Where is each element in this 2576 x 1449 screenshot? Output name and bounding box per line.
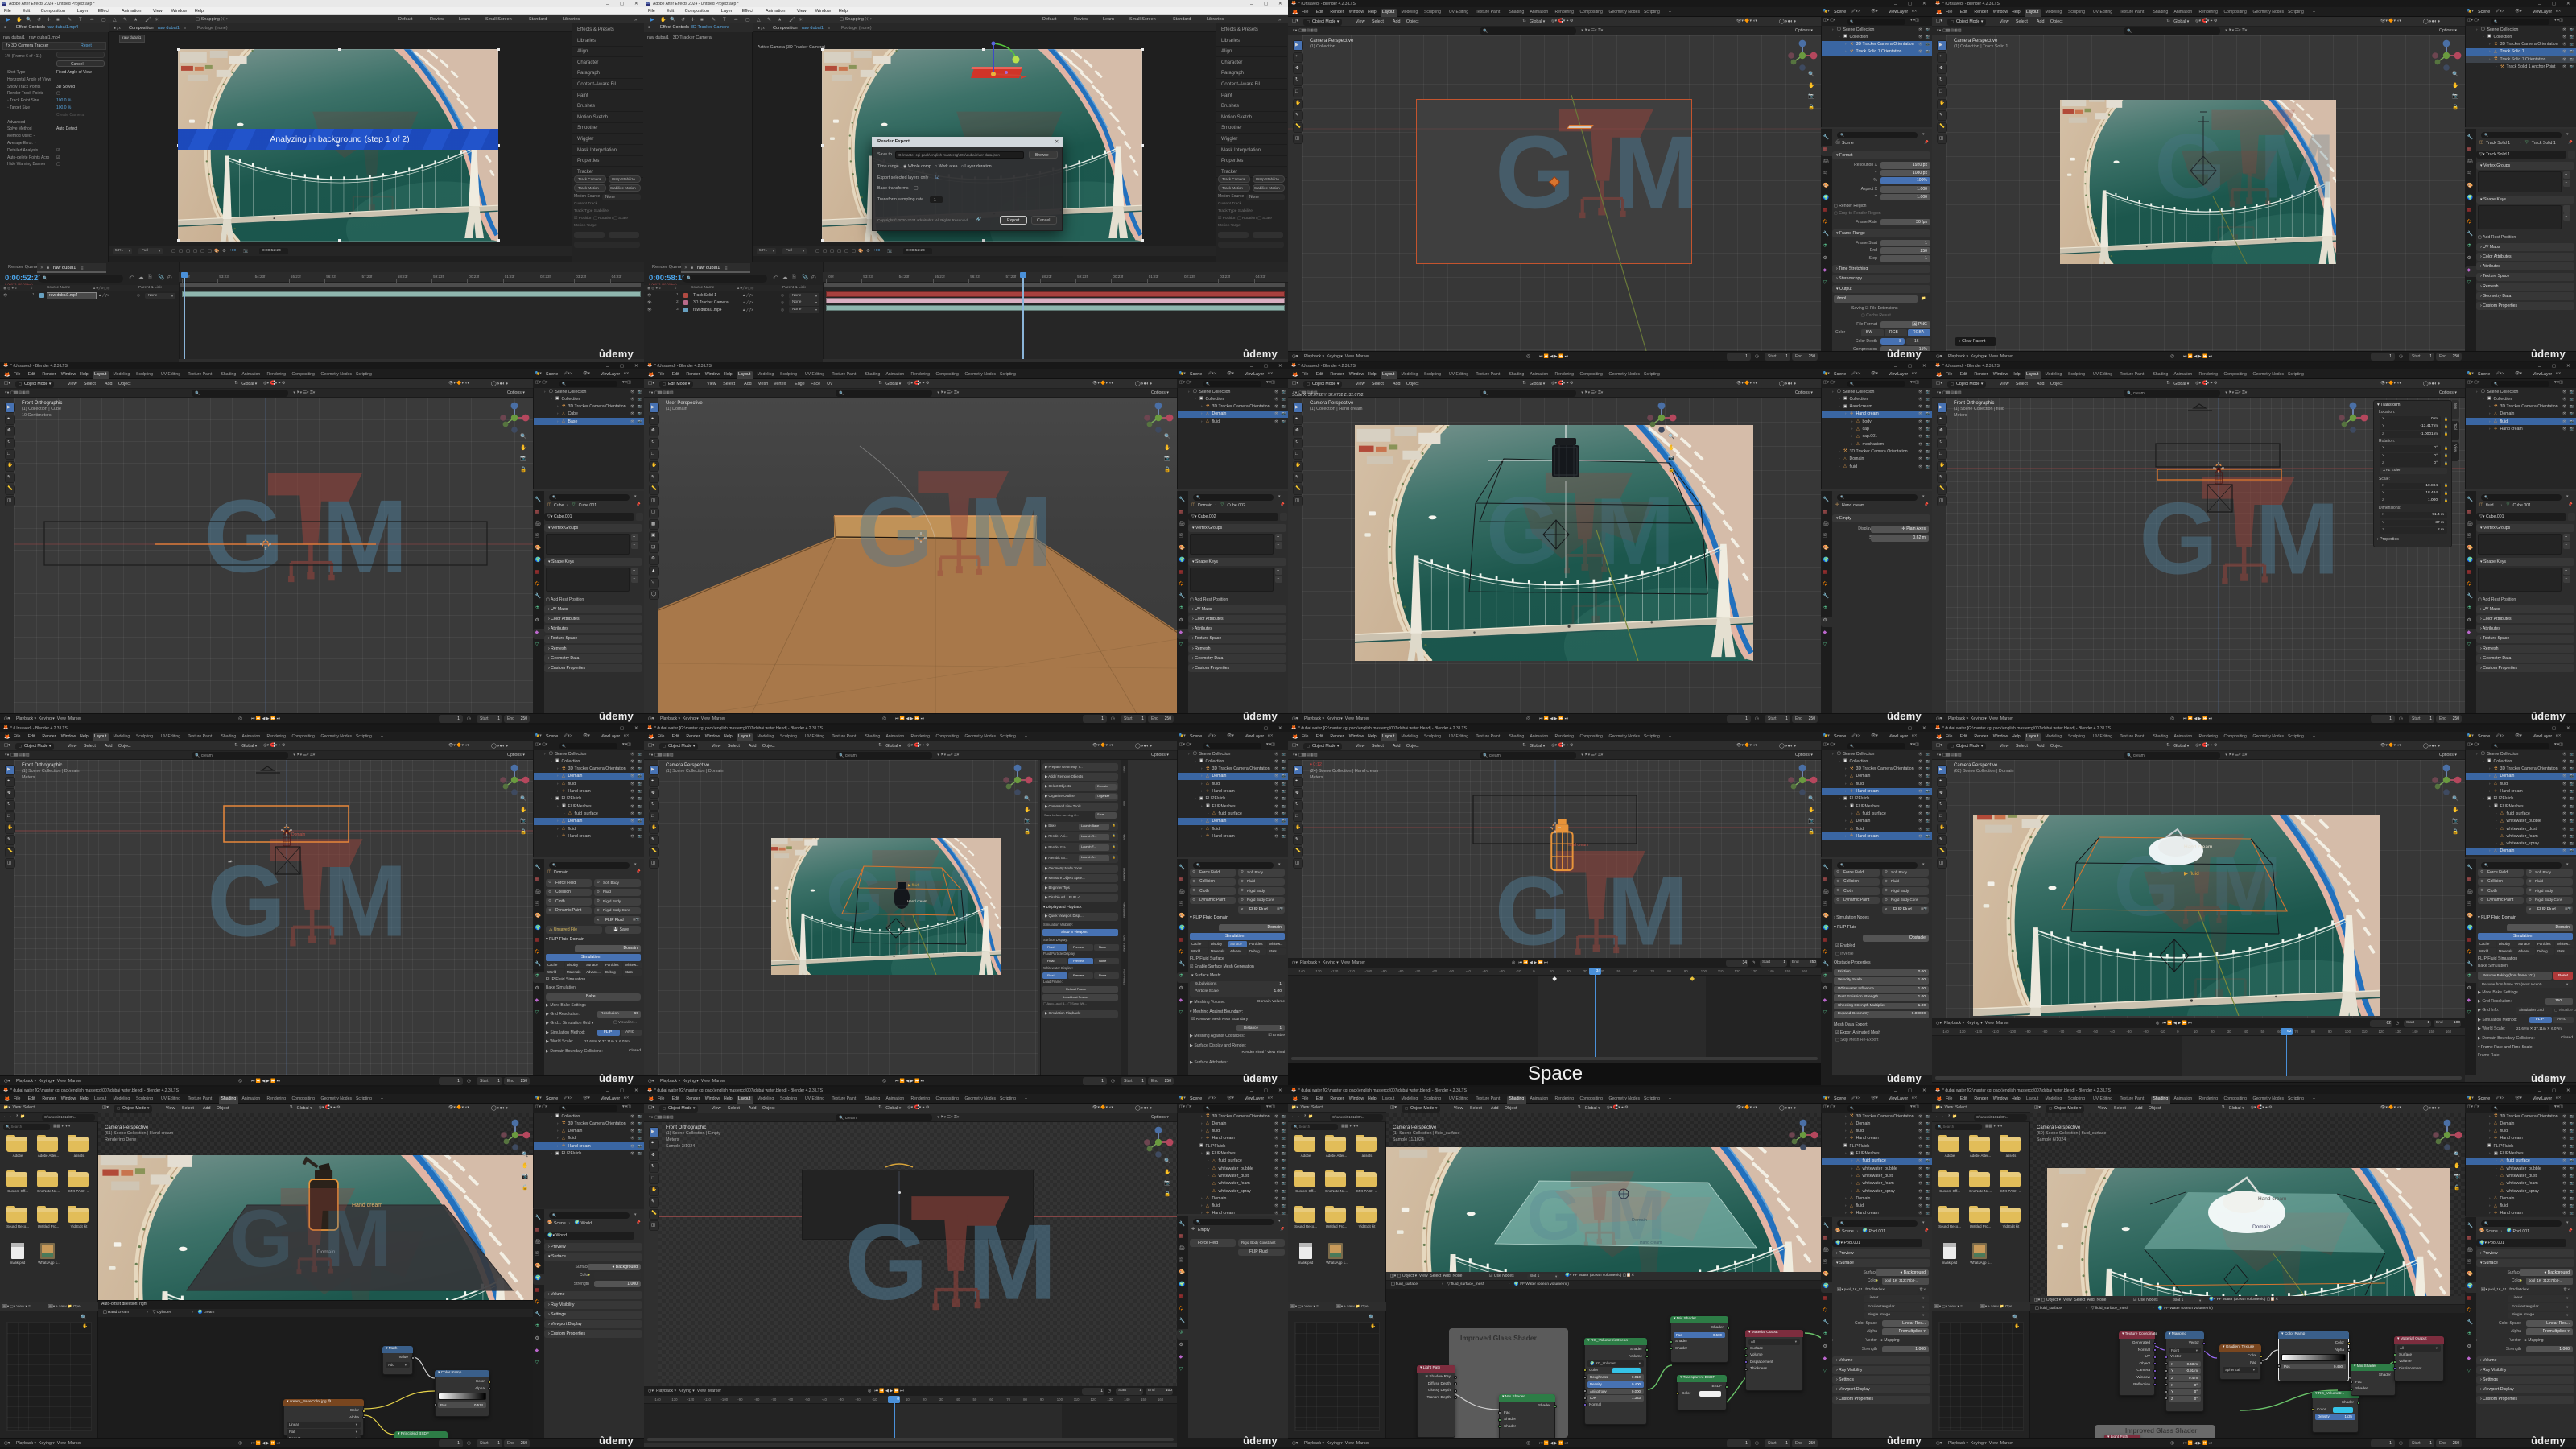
svg-text:Hand cream: Hand cream (907, 899, 927, 903)
svg-text:▶ fluid: ▶ fluid (2184, 871, 2199, 877)
svg-text:Domain: Domain (2252, 1224, 2271, 1230)
svg-text:G: G (1530, 1175, 1581, 1254)
svg-text:Hand cream: Hand cream (2258, 1196, 2286, 1202)
svg-text:G: G (233, 1193, 293, 1284)
svg-text:Hand cream: Hand cream (2184, 844, 2212, 850)
svg-text:▶ fluid: ▶ fluid (908, 883, 919, 887)
